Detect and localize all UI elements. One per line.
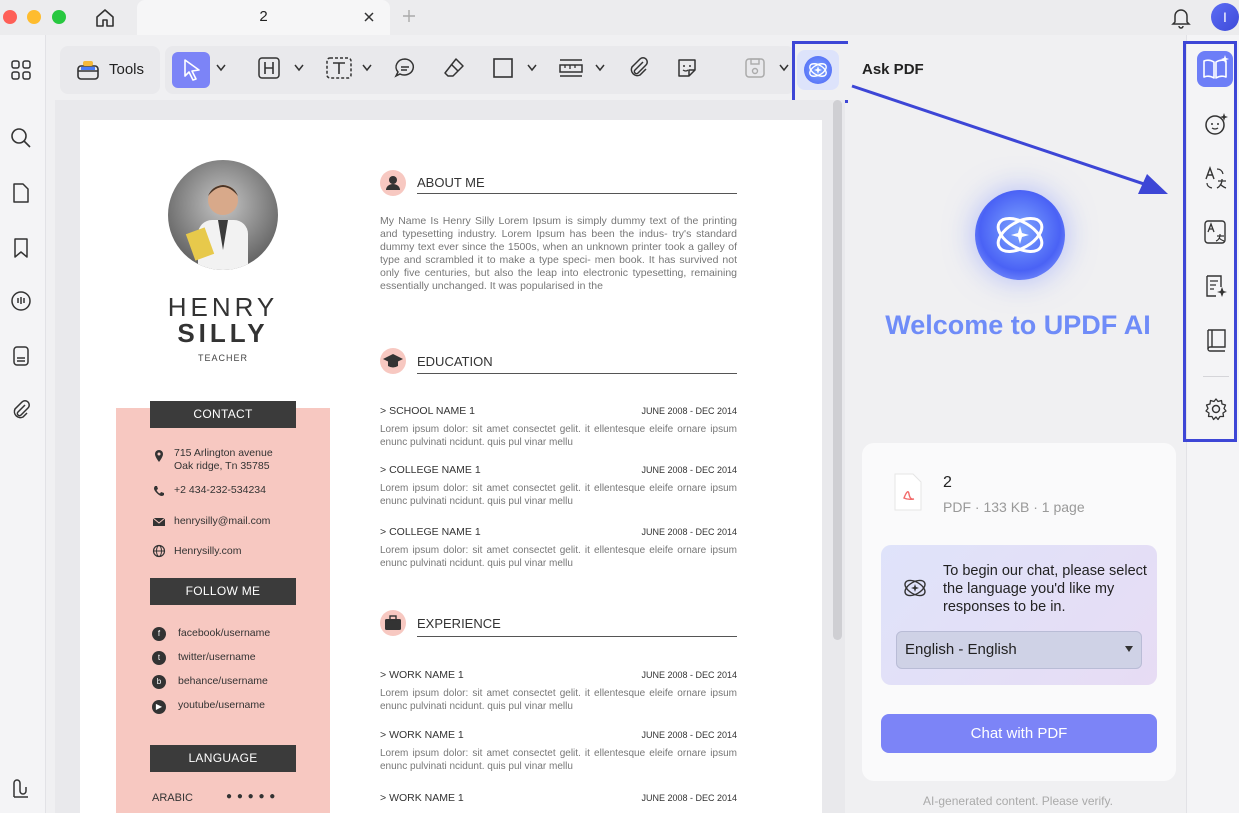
annotation-arrow: [851, 84, 1168, 194]
